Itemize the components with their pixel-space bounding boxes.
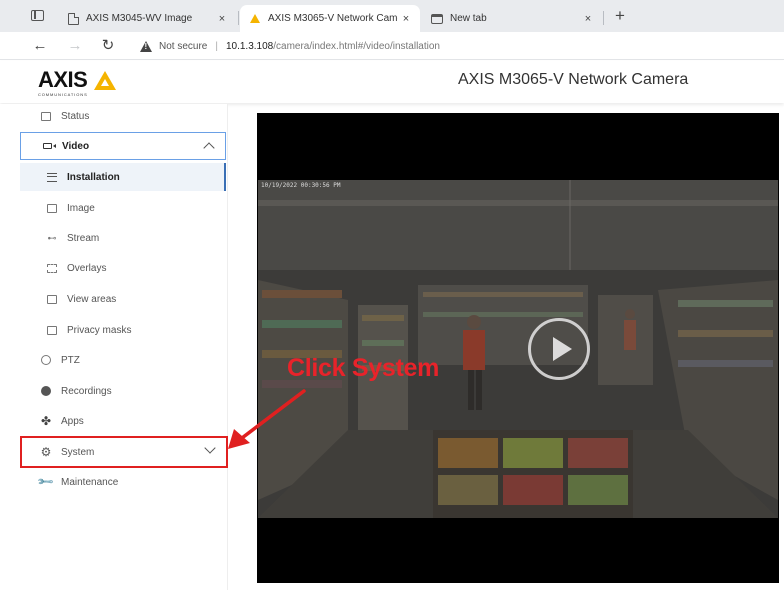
play-icon xyxy=(553,337,572,361)
logo-triangle-icon xyxy=(94,71,116,90)
axis-favicon-icon xyxy=(248,14,262,23)
annotation-arrow-icon xyxy=(228,389,306,449)
sidebar-item-privacy-masks[interactable]: Privacy masks xyxy=(20,316,226,344)
page-icon xyxy=(66,12,80,25)
tab-title: New tab xyxy=(450,13,487,24)
system-highlight-box xyxy=(20,436,228,468)
video-icon xyxy=(41,140,56,152)
wrench-icon: 🔧 xyxy=(36,472,56,492)
installation-icon xyxy=(46,171,58,183)
video-timestamp: 10/19/2022 00:30:56 PM xyxy=(261,182,341,189)
tab-title: AXIS M3045-WV Image xyxy=(86,13,193,24)
sidebar-item-ptz[interactable]: PTZ xyxy=(20,346,226,374)
privacy-masks-icon xyxy=(46,324,58,336)
store-scene-image xyxy=(258,180,778,518)
sidebar-item-label: Overlays xyxy=(67,262,107,274)
play-button[interactable] xyxy=(528,318,590,380)
sidebar-item-label: Maintenance xyxy=(61,476,119,488)
sidebar-item-apps[interactable]: ✤ Apps xyxy=(20,407,226,435)
sidebar-item-status[interactable]: Status xyxy=(20,102,226,130)
sidebar-item-label: Status xyxy=(61,110,90,122)
sidebar-item-label: Apps xyxy=(61,415,84,427)
sidebar-item-label: Video xyxy=(62,140,90,152)
stream-icon: ⊷ xyxy=(47,232,57,243)
sidebar-item-image[interactable]: Image xyxy=(20,194,226,222)
status-icon xyxy=(40,110,52,122)
address-bar[interactable]: Not secure | 10.1.3.108 /camera/index.ht… xyxy=(140,36,760,56)
overlays-icon xyxy=(46,262,58,274)
image-icon xyxy=(46,202,58,214)
warning-icon[interactable] xyxy=(140,40,152,52)
sidebar-item-label: View areas xyxy=(67,293,117,305)
sidebar-item-video[interactable]: Video xyxy=(20,132,226,160)
url-path[interactable]: /camera/index.html#/video/installation xyxy=(273,41,440,52)
logo-subtitle: COMMUNICATIONS xyxy=(38,92,88,97)
logo-text: AXIS xyxy=(38,67,88,92)
sidebar: Status Video Installation Image ⊷ Stream… xyxy=(0,104,228,590)
tab-new-tab[interactable]: New tab × xyxy=(422,5,602,32)
browser-toolbar: ← → ↻ Not secure | 10.1.3.108 /camera/in… xyxy=(0,32,784,60)
view-areas-icon xyxy=(46,293,58,305)
back-button[interactable]: ← xyxy=(30,36,50,56)
sidebar-item-stream[interactable]: ⊷ Stream xyxy=(20,224,226,252)
chevron-up-icon[interactable] xyxy=(203,142,215,154)
sidebar-item-view-areas[interactable]: View areas xyxy=(20,285,226,313)
forward-button[interactable]: → xyxy=(65,36,85,56)
close-icon[interactable]: × xyxy=(398,13,414,25)
sidebar-item-overlays[interactable]: Overlays xyxy=(20,254,226,282)
sidebar-item-label: PTZ xyxy=(61,354,80,366)
apps-icon: ✤ xyxy=(40,414,52,428)
app-header: AXIS COMMUNICATIONS AXIS M3065-V Network… xyxy=(0,61,784,103)
window-menu-icon[interactable] xyxy=(31,10,44,21)
sidebar-item-label: Image xyxy=(67,202,95,214)
security-label[interactable]: Not secure xyxy=(159,41,207,52)
sidebar-item-installation[interactable]: Installation xyxy=(20,163,226,191)
axis-logo[interactable]: AXIS COMMUNICATIONS xyxy=(38,67,118,97)
callout-text: Click System xyxy=(287,354,440,382)
close-icon[interactable]: × xyxy=(580,13,596,25)
address-separator: | xyxy=(215,40,218,52)
device-title: AXIS M3065-V Network Camera xyxy=(458,71,689,88)
sidebar-item-recordings[interactable]: Recordings xyxy=(20,377,226,405)
recordings-icon xyxy=(40,385,52,397)
tab-axis-m3045[interactable]: AXIS M3045-WV Image × xyxy=(58,5,236,32)
ptz-icon xyxy=(40,354,52,366)
tab-title: AXIS M3065-V Network Camera xyxy=(268,13,398,24)
tab-separator xyxy=(238,11,239,25)
sidebar-item-label: Privacy masks xyxy=(67,324,132,336)
sidebar-item-maintenance[interactable]: 🔧 Maintenance xyxy=(20,468,226,496)
sidebar-item-label: Installation xyxy=(67,171,120,183)
reload-button[interactable]: ↻ xyxy=(98,36,118,56)
tab-separator xyxy=(603,11,604,25)
sidebar-item-label: Recordings xyxy=(61,385,112,397)
browser-tabstrip: AXIS M3045-WV Image × AXIS M3065-V Netwo… xyxy=(0,0,784,32)
url-host[interactable]: 10.1.3.108 xyxy=(226,41,273,52)
sidebar-item-label: Stream xyxy=(67,232,100,244)
video-stream-frame[interactable]: 10/19/2022 00:30:56 PM xyxy=(258,180,778,518)
new-tab-button[interactable]: + xyxy=(610,5,630,27)
tab-axis-m3065[interactable]: AXIS M3065-V Network Camera × xyxy=(240,5,420,32)
close-icon[interactable]: × xyxy=(214,13,230,25)
newtab-icon xyxy=(430,13,444,24)
